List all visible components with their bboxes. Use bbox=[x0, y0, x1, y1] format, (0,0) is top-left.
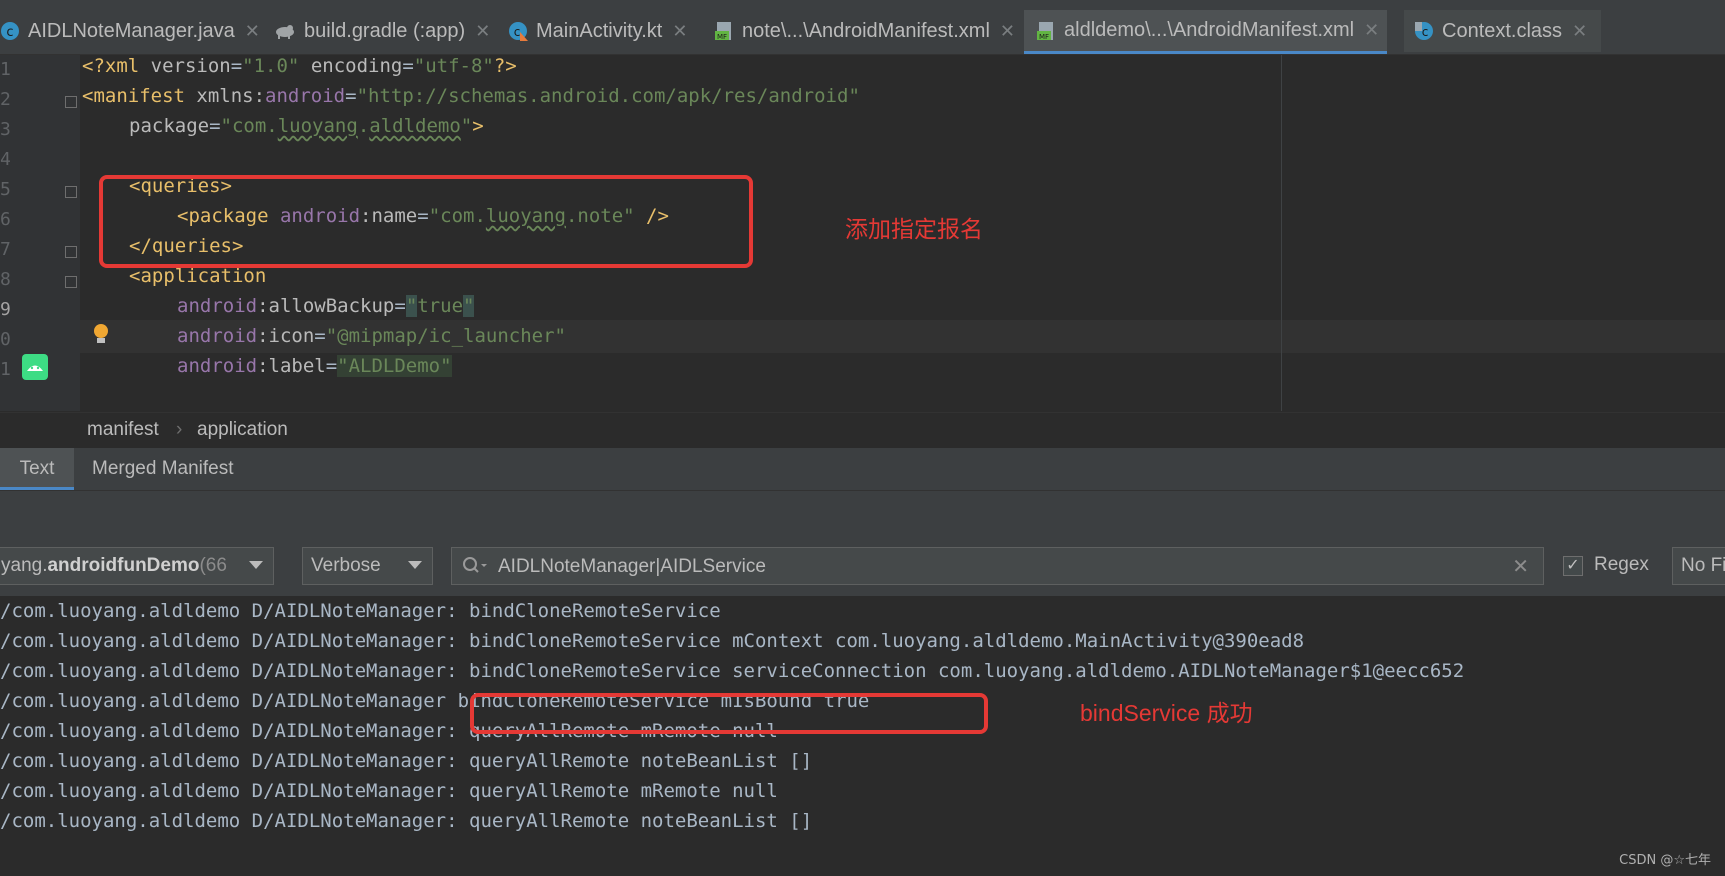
regex-label: Regex bbox=[1594, 554, 1649, 575]
close-icon[interactable]: ✕ bbox=[1364, 20, 1379, 41]
chevron-down-icon bbox=[408, 561, 422, 569]
logcat-toolbar: yang. androidfunDemo (66 Verbose AIDLNote… bbox=[0, 540, 1725, 596]
logcat-output[interactable]: /com.luoyang.aldldemo D/AIDLNoteManager:… bbox=[0, 596, 1725, 876]
tab-label: Context.class bbox=[1442, 19, 1563, 42]
search-icon bbox=[463, 557, 487, 573]
code-line-11: android:label="ALDLDemo" bbox=[177, 355, 452, 377]
line-number: 2 bbox=[0, 89, 11, 110]
tab-mainactivity-kt[interactable]: c MainActivity.kt ✕ bbox=[508, 10, 687, 52]
code-line-8: <application bbox=[129, 265, 267, 287]
tab-label: MainActivity.kt bbox=[536, 19, 663, 42]
regex-checkbox[interactable]: ✓ bbox=[1563, 556, 1583, 576]
line-number: 6 bbox=[0, 209, 11, 230]
tab-text[interactable]: Text bbox=[0, 448, 74, 490]
android-launcher-icon bbox=[22, 354, 48, 380]
tab-label: aldldemo\...\AndroidManifest.xml bbox=[1064, 19, 1355, 41]
java-class-icon: c bbox=[1, 22, 19, 40]
right-margin-guide bbox=[1281, 55, 1282, 411]
tab-context-class[interactable]: c Context.class ✕ bbox=[1404, 10, 1602, 52]
line-number: 4 bbox=[0, 149, 11, 170]
clear-icon[interactable]: ✕ bbox=[1512, 554, 1529, 579]
tab-label: AIDLNoteManager.java bbox=[28, 19, 235, 42]
process-selector[interactable]: yang. androidfunDemo (66 bbox=[0, 547, 274, 585]
breadcrumb: manifest › application bbox=[0, 412, 1725, 449]
kotlin-class-icon: c bbox=[509, 22, 528, 41]
close-icon[interactable]: ✕ bbox=[1572, 21, 1587, 42]
filter-config-select[interactable]: No Fi bbox=[1672, 547, 1725, 585]
manifest-icon: MF bbox=[1037, 21, 1053, 41]
svg-text:MF: MF bbox=[1039, 33, 1049, 41]
tab-label: note\...\AndroidManifest.xml bbox=[742, 19, 990, 42]
chevron-down-icon bbox=[249, 561, 263, 569]
code-editor[interactable]: 1 2 3 4 5 6 7 8 9 0 1 <?xml version="1.0… bbox=[0, 55, 1725, 411]
tab-aidlnotemanager-java[interactable]: c AIDLNoteManager.java ✕ bbox=[0, 10, 260, 52]
queries-annotation: 添加指定报名 bbox=[845, 217, 983, 243]
log-line: /com.luoyang.aldldemo D/AIDLNoteManager:… bbox=[0, 660, 1465, 682]
line-number: 8 bbox=[0, 269, 11, 290]
queries-highlight-box bbox=[99, 175, 753, 268]
close-icon[interactable]: ✕ bbox=[475, 21, 490, 42]
code-line-9: android:allowBackup="true" bbox=[177, 295, 475, 317]
manifest-view-tabs: Text Merged Manifest bbox=[0, 448, 1725, 490]
breadcrumb-separator-icon: › bbox=[176, 419, 183, 440]
line-number: 3 bbox=[0, 119, 11, 140]
log-line: /com.luoyang.aldldemo D/AIDLNoteManager:… bbox=[0, 750, 813, 772]
logcat-search-input[interactable]: AIDLNoteManager|AIDLService ✕ bbox=[451, 547, 1544, 585]
line-number: 1 bbox=[0, 359, 11, 380]
toolbar-strip bbox=[0, 0, 1725, 10]
line-number: 9 bbox=[0, 299, 11, 320]
process-id: (66 bbox=[199, 555, 227, 576]
tab-merged-manifest[interactable]: Merged Manifest bbox=[92, 448, 234, 490]
svg-text:MF: MF bbox=[717, 33, 727, 41]
close-icon[interactable]: ✕ bbox=[672, 21, 687, 42]
log-line: /com.luoyang.aldldemo D/AIDLNoteManager:… bbox=[0, 780, 778, 802]
close-icon[interactable]: ✕ bbox=[1000, 21, 1015, 42]
panel-header bbox=[0, 490, 1725, 541]
line-number: 1 bbox=[0, 59, 11, 80]
lightbulb-icon[interactable] bbox=[92, 323, 110, 345]
close-icon[interactable]: ✕ bbox=[245, 21, 260, 42]
bindservice-annotation: bindService 成功 bbox=[1080, 700, 1253, 726]
process-package-name: androidfunDemo bbox=[47, 555, 200, 576]
code-line-10: android:icon="@mipmap/ic_launcher" bbox=[177, 325, 566, 347]
svg-text:c: c bbox=[514, 25, 521, 39]
tab-aldldemo-manifest[interactable]: MF aldldemo\...\AndroidManifest.xml ✕ bbox=[1024, 10, 1388, 54]
log-level-select[interactable]: Verbose bbox=[302, 547, 433, 585]
gradle-icon bbox=[276, 25, 294, 39]
tab-build-gradle[interactable]: build.gradle (:app) ✕ bbox=[272, 10, 490, 52]
svg-text:c: c bbox=[6, 25, 13, 40]
log-level-value: Verbose bbox=[311, 555, 381, 576]
watermark: CSDN @☆七年 bbox=[1619, 853, 1711, 868]
breadcrumb-item-manifest[interactable]: manifest bbox=[87, 419, 159, 441]
code-line-3: package="com.luoyang.aldldemo"> bbox=[129, 115, 484, 137]
log-line: /com.luoyang.aldldemo D/AIDLNoteManager:… bbox=[0, 810, 813, 832]
fold-marker-icon[interactable] bbox=[65, 246, 77, 258]
log-line: /com.luoyang.aldldemo D/AIDLNoteManager:… bbox=[0, 600, 721, 622]
editor-tab-bar: c AIDLNoteManager.java ✕ build.gradle (:… bbox=[0, 0, 1725, 55]
breadcrumb-item-application[interactable]: application bbox=[197, 419, 288, 441]
line-number: 7 bbox=[0, 239, 11, 260]
tab-note-manifest[interactable]: MF note\...\AndroidManifest.xml ✕ bbox=[714, 10, 1015, 52]
fold-marker-icon[interactable] bbox=[65, 276, 77, 288]
bound-highlight-box bbox=[470, 693, 988, 734]
code-line-2: <manifest xmlns:android="http://schemas.… bbox=[82, 85, 860, 107]
tab-label: build.gradle (:app) bbox=[304, 19, 466, 42]
line-number: 5 bbox=[0, 179, 11, 200]
log-line: /com.luoyang.aldldemo D/AIDLNoteManager:… bbox=[0, 630, 1305, 652]
search-value: AIDLNoteManager|AIDLService bbox=[498, 556, 766, 577]
svg-text:c: c bbox=[1422, 25, 1429, 39]
fold-marker-icon[interactable] bbox=[65, 96, 77, 108]
process-package-prefix: yang. bbox=[1, 555, 48, 576]
fold-marker-icon[interactable] bbox=[65, 186, 77, 198]
line-number: 0 bbox=[0, 329, 11, 350]
filter-config-value: No Fi bbox=[1681, 555, 1725, 576]
code-line-1: <?xml version="1.0" encoding="utf-8"?> bbox=[82, 55, 517, 77]
manifest-icon: MF bbox=[715, 22, 731, 41]
class-icon: c bbox=[1415, 22, 1433, 40]
